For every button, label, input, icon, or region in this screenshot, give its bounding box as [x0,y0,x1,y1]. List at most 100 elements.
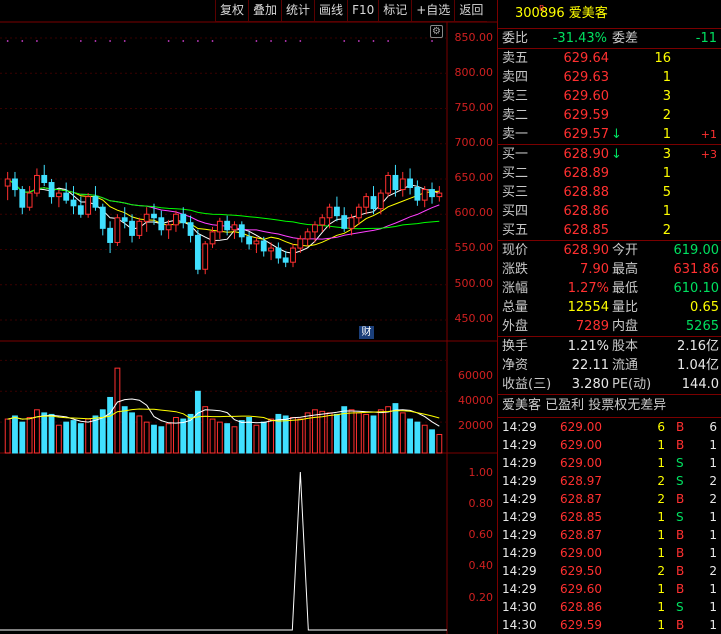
f10-button[interactable]: F10 [347,0,379,22]
tick-count: 1 [709,456,717,470]
bid-label: 买二 [502,166,529,181]
tick-direction: B [676,438,685,452]
candle-body [414,186,421,201]
tick-price: 628.87 [560,528,602,542]
financial-event-badge[interactable]: 财 [359,326,374,339]
volume-bar [85,418,92,454]
ask-price: 629.63 [563,70,610,85]
volume-bar [238,420,245,454]
bid-row: 买四 628.86 1 [498,202,721,221]
candle-body [407,178,413,188]
stat-row: 涨幅 1.27% 最低 610.10 [498,279,721,298]
tick-direction: S [676,510,684,524]
bid-label: 买一 [502,147,529,162]
ask-volume: 3 [662,89,671,104]
stat-row: 现价 628.90 今开 619.00 [498,241,721,260]
price-axis-label: 650.00 [454,171,494,184]
stat-label: PE(动) [612,377,652,392]
candle-body [348,217,355,229]
stat-label: 外盘 [502,319,529,334]
ma-line [7,178,440,254]
volume-bar [282,415,289,454]
volume-bar [319,410,326,454]
ask-label: 卖五 [502,51,529,66]
tick-list[interactable]: 14:29 629.00 6 B 6 14:29 629.00 1 B 1 14:29 629.00 1… [498,418,721,634]
volume-bar [268,418,274,454]
bid-row: 买二 628.89 1 [498,164,721,183]
signal-dot [21,40,24,42]
stat-value: 628.90 [563,243,610,258]
ma-line [7,178,440,247]
bid-price: 628.90 [563,147,610,162]
stat-label: 现价 [502,243,529,258]
volume-bar [180,418,187,454]
volume-axis-label: 60000 [458,369,493,382]
tick-volume: 1 [657,600,665,614]
statistics-button[interactable]: 统计 [281,0,315,22]
stat-value: 5265 [685,319,719,334]
indicator-axis-label: 0.60 [468,528,494,541]
ask-book: 卖五 629.64 16 卖四 629.63 1 卖三 629.60 3 卖二 629.59 2 卖一 6… [498,49,721,144]
stat-label: 内盘 [612,319,639,334]
volume-bar [26,417,33,454]
stat-value: 619.00 [673,243,720,258]
stat-label: 收益(三) [502,377,552,392]
volume-bar [151,424,157,454]
candle-body [231,224,238,231]
tick-time: 14:29 [502,510,537,524]
price-axis-label: 850.00 [454,31,494,44]
tick-count: 1 [709,618,717,632]
back-button[interactable]: 返回 [454,0,488,22]
stat-value: 7.90 [580,262,609,277]
candle-body [70,199,77,207]
ask-row: 卖五 629.64 16 [498,49,721,68]
price-axis-label: 700.00 [454,136,494,149]
volume-bar [165,423,172,454]
volume-bar [129,412,135,454]
tick-direction: B [676,582,685,596]
ask-volume: 1 [662,70,671,85]
candle-body [48,182,55,198]
mark-button[interactable]: 标记 [378,0,412,22]
price-axis-label: 600.00 [454,206,494,219]
order-ratio-label: 委比 [502,31,529,46]
candle-body [246,236,253,245]
add-watchlist-button[interactable]: +自选 [411,0,455,22]
tick-volume: 1 [657,546,665,560]
bid-row: 买三 628.88 5 [498,183,721,202]
tick-time: 14:29 [502,474,537,488]
volume-bar [55,424,62,454]
candle-body [333,206,340,217]
volume-bar [194,390,201,454]
volume-bar [143,421,150,454]
tick-volume: 1 [657,582,665,596]
bid-label: 买四 [502,204,529,219]
candle-body [297,238,304,249]
kline-chart-canvas[interactable] [0,0,497,634]
draw-line-button[interactable]: 画线 [314,0,348,22]
candle-body [55,192,62,198]
tick-count: 6 [709,420,717,434]
volume-bar [202,406,209,454]
tick-price: 629.50 [560,564,602,578]
stat-label: 涨幅 [502,281,529,296]
candle-body [136,220,143,236]
quote-panel: R 300896 爱美客 委比 -31.43% 委差 -11 卖五 629.64 1… [497,0,721,634]
stat-value: 2.16亿 [677,339,719,354]
tick-direction: S [676,456,684,470]
volume-bar [355,412,362,454]
volume-bar [63,421,70,454]
tick-price: 629.59 [560,618,602,632]
kline-chart-area[interactable]: 复权 叠加 统计 画线 F10 标记 +自选 返回 ⚙ 850.00 800.0… [0,0,497,634]
candle-body [180,213,187,224]
tick-price: 628.85 [560,510,602,524]
tick-volume: 2 [657,492,665,506]
stat-label: 量比 [612,300,639,315]
gear-icon[interactable]: ⚙ [430,25,443,38]
volume-bar [377,409,384,454]
overlay-button[interactable]: 叠加 [248,0,282,22]
signal-dot [123,40,126,42]
restore-rights-button[interactable]: 复权 [215,0,249,22]
volume-bar [48,413,55,454]
tick-volume: 6 [657,420,665,434]
